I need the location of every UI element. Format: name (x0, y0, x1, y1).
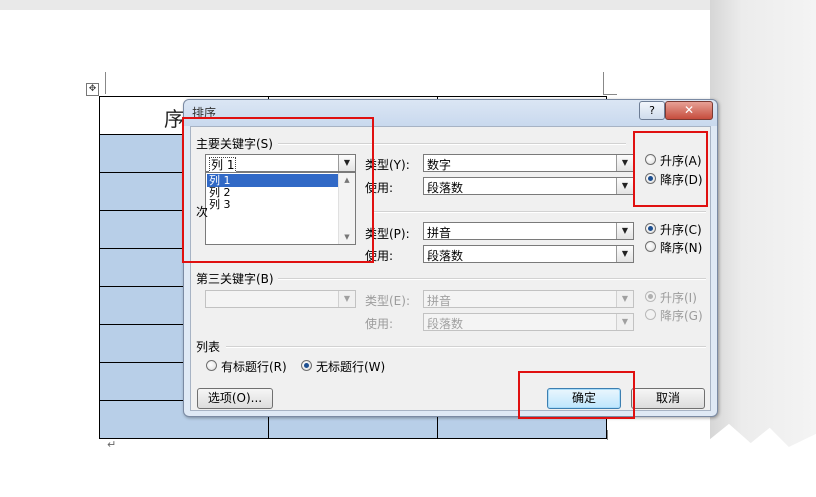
window-background (0, 0, 816, 10)
table-header-text: 序 (164, 107, 184, 131)
section-divider (372, 211, 706, 213)
has-header-row-radio[interactable] (206, 360, 217, 371)
tertiary-type-value: 拼音 (427, 294, 452, 308)
tertiary-key-field-select[interactable]: ▼ (205, 290, 356, 308)
chevron-down-icon[interactable]: ▼ (616, 223, 633, 239)
help-button[interactable]: ? (639, 101, 665, 120)
chevron-down-icon[interactable]: ▼ (616, 155, 633, 171)
tertiary-type-select[interactable]: 拼音 ▼ (423, 290, 634, 308)
page-shadow (710, 0, 816, 497)
options-button[interactable]: 选项(O)... (197, 388, 273, 409)
tertiary-ascending-label[interactable]: 升序(I) (660, 289, 697, 306)
chevron-down-icon[interactable]: ▼ (616, 246, 633, 262)
paragraph-mark: ↵ (107, 438, 117, 451)
margin-mark (607, 430, 608, 440)
tertiary-descending-radio[interactable] (645, 309, 656, 320)
secondary-type-value: 拼音 (427, 226, 452, 240)
tertiary-key-heading: 第三关键字(B) (196, 272, 274, 286)
close-button[interactable]: ✕ (665, 101, 713, 120)
section-divider (226, 346, 706, 348)
primary-type-select[interactable]: 数字 ▼ (423, 154, 634, 172)
tertiary-descending-label[interactable]: 降序(G) (660, 307, 703, 324)
cancel-button[interactable]: 取消 (631, 388, 705, 409)
no-header-row-radio[interactable] (301, 360, 312, 371)
chevron-down-icon[interactable]: ▼ (616, 178, 633, 194)
tertiary-ascending-radio[interactable] (645, 291, 656, 302)
secondary-descending-radio[interactable] (645, 241, 656, 252)
tertiary-type-label: 类型(E): (365, 294, 410, 308)
tertiary-using-select[interactable]: 段落数 ▼ (423, 313, 634, 331)
primary-using-value: 段落数 (427, 181, 464, 195)
chevron-down-icon[interactable]: ▼ (616, 291, 633, 307)
chevron-down-icon[interactable]: ▼ (338, 291, 355, 307)
margin-mark (105, 72, 106, 94)
secondary-using-select[interactable]: 段落数 ▼ (423, 245, 634, 263)
highlight-box-sort-order (633, 131, 708, 207)
secondary-ascending-label[interactable]: 升序(C) (660, 221, 702, 238)
chevron-down-icon[interactable]: ▼ (616, 314, 633, 330)
has-header-row-label[interactable]: 有标题行(R) (221, 358, 287, 375)
highlight-box-primary-key (182, 117, 374, 263)
primary-type-value: 数字 (427, 158, 452, 172)
highlight-box-ok-button (518, 371, 635, 419)
primary-using-select[interactable]: 段落数 ▼ (423, 177, 634, 195)
margin-mark (603, 72, 604, 94)
secondary-type-select[interactable]: 拼音 ▼ (423, 222, 634, 240)
tertiary-using-value: 段落数 (427, 317, 464, 331)
secondary-using-value: 段落数 (427, 249, 464, 263)
list-heading: 列表 (196, 340, 221, 354)
no-header-row-label[interactable]: 无标题行(W) (316, 358, 385, 375)
section-divider (278, 278, 706, 280)
tertiary-using-label: 使用: (365, 317, 394, 331)
secondary-ascending-radio[interactable] (645, 223, 656, 234)
secondary-descending-label[interactable]: 降序(N) (660, 239, 702, 256)
table-move-handle-icon[interactable]: ✥ (86, 83, 99, 96)
margin-mark (603, 94, 617, 95)
